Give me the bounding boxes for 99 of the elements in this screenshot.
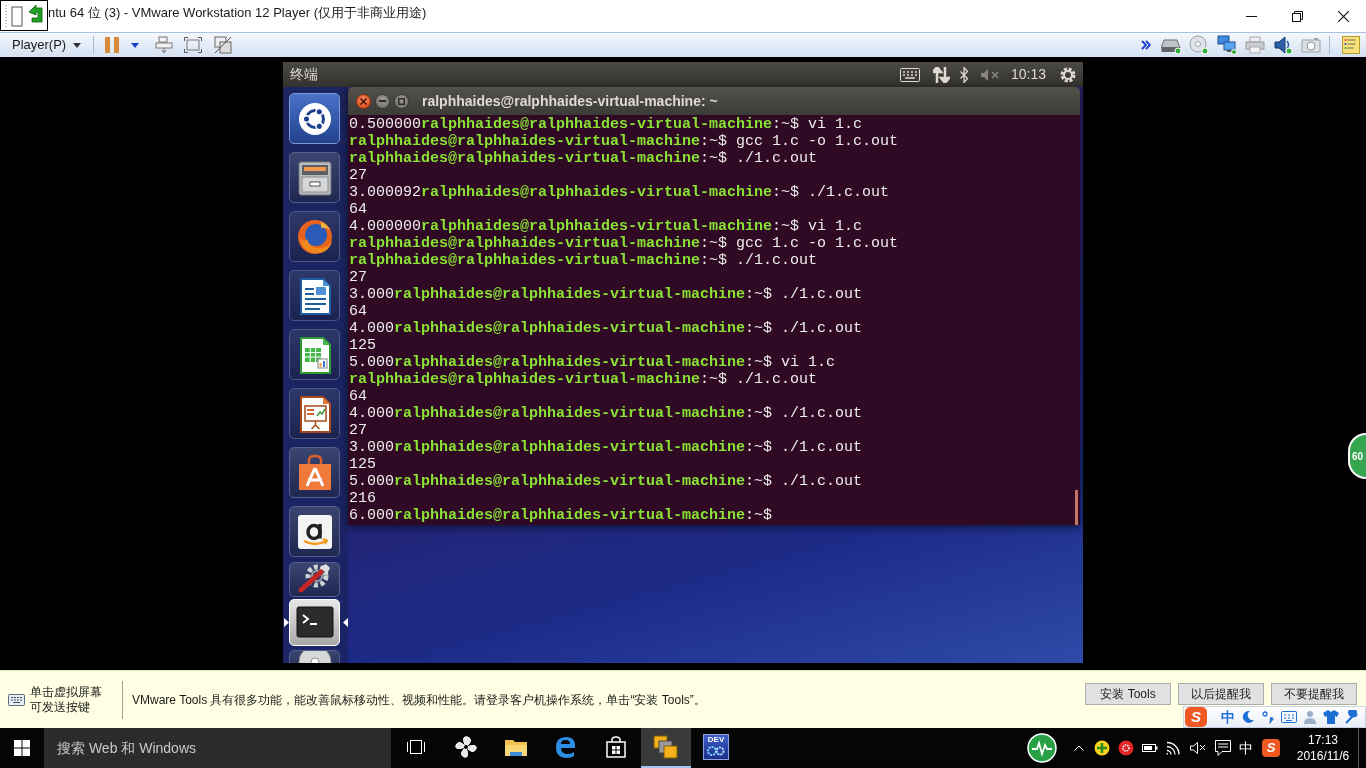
close-icon (360, 97, 367, 105)
hint-text: 单击虚拟屏幕 (30, 684, 103, 700)
terminal-line: ralphhaides@ralphhaides-virtual-machine:~$ ./1.c.out (349, 252, 819, 269)
terminal-line: 64 (349, 303, 368, 320)
pinwheel-icon (454, 735, 478, 759)
boxes-arrow-icon[interactable] (155, 36, 174, 54)
keyboard-icon (8, 693, 25, 706)
battery-icon[interactable] (1142, 743, 1158, 753)
terminal-line: 125 (349, 456, 377, 473)
player-menu[interactable]: Player(P) (12, 34, 82, 56)
pulse-circle-icon[interactable] (1027, 733, 1057, 763)
maximize-button[interactable] (394, 93, 409, 109)
caret-icon (131, 42, 140, 48)
hint-text: 可发送按键 (30, 699, 91, 715)
close-button[interactable] (356, 93, 371, 109)
chevron-up-icon[interactable] (1074, 745, 1084, 751)
terminal-line: 0.500000ralphhaides@ralphhaides-virtual-machine:~$ vi 1.c (349, 116, 864, 133)
launcher-item[interactable] (289, 388, 340, 439)
wrench-icon[interactable] (1345, 710, 1359, 724)
minimize-icon (379, 100, 386, 102)
launcher-item[interactable] (289, 447, 340, 498)
double-chevron-icon[interactable] (1141, 40, 1151, 50)
camera-icon[interactable] (1301, 37, 1321, 53)
gears-icon (706, 745, 726, 757)
terminal-line: 5.000ralphhaides@ralphhaides-virtual-machine:~$ vi 1.c (349, 354, 837, 371)
moon-icon[interactable] (1241, 710, 1255, 724)
close-icon (1337, 10, 1349, 22)
scrollbar[interactable] (1075, 490, 1078, 525)
terminal-title: ralphhaides@ralphhaides-virtual-machine: ~ (422, 91, 718, 111)
gear-icon[interactable] (1059, 65, 1077, 84)
terminal-line: 64 (349, 201, 368, 218)
input-mode[interactable]: 中 (1221, 706, 1235, 728)
speaker-icon[interactable] (1273, 35, 1293, 55)
notification-button[interactable]: 以后提醒我 (1178, 683, 1264, 705)
launcher-item[interactable] (289, 270, 340, 321)
search-field[interactable]: 搜索 Web 和 Windows (44, 728, 391, 768)
window-title: ntu 64 位 (3) - VMware Workstation 12 Player (仅用于非商业用途) (48, 4, 427, 23)
terminal-line: 216 (349, 490, 377, 507)
launcher-item[interactable] (289, 329, 340, 380)
windows-logo-icon (14, 740, 30, 756)
browser-icon (555, 736, 577, 758)
terminal-line: ralphhaides@ralphhaides-virtual-machine:~$ gcc 1.c -o 1.c.out (349, 235, 900, 252)
network-icon[interactable] (1217, 35, 1237, 55)
folder-icon (504, 737, 528, 757)
taskbar-app[interactable]: DEV (691, 728, 741, 768)
hard-disk-icon[interactable] (1161, 36, 1181, 54)
terminal-line: 27 (349, 167, 368, 184)
shirt-icon[interactable] (1323, 710, 1339, 724)
network-arrows-icon[interactable] (932, 66, 950, 83)
terminal-line: 4.000ralphhaides@ralphhaides-virtual-machine:~$ ./1.c.out (349, 405, 864, 422)
terminal-line: ralphhaides@ralphhaides-virtual-machine:~$ gcc 1.c -o 1.c.out (349, 133, 900, 150)
pause-button[interactable] (103, 34, 122, 56)
terminal-line: 3.000092ralphhaides@ralphhaides-virtual-machine:~$ ./1.c.out (349, 184, 891, 201)
crossed-windows-icon[interactable] (214, 36, 233, 54)
app-name: 终端 (290, 65, 318, 84)
message-icon[interactable] (1215, 740, 1231, 756)
launcher-item[interactable] (289, 506, 340, 557)
launcher-item[interactable] (289, 93, 340, 144)
terminal-line: 4.000000ralphhaides@ralphhaides-virtual-machine:~$ vi 1.c (349, 218, 864, 235)
input-mode[interactable]: 中 (1239, 737, 1253, 759)
clock[interactable]: 17:13 2016/11/6 (1290, 732, 1356, 764)
terminal-line: 27 (349, 269, 368, 286)
terminal-line: 5.000ralphhaides@ralphhaides-virtual-machine:~$ ./1.c.out (349, 473, 864, 490)
fullscreen-icon[interactable] (184, 37, 203, 53)
terminal-line: 125 (349, 337, 377, 354)
terminal-line: 27 (349, 422, 368, 439)
stacked-squares-icon (653, 735, 679, 759)
taskbar-app[interactable] (641, 728, 691, 768)
notification-button[interactable]: 不要提醒我 (1271, 683, 1357, 705)
shopping-bag-icon (605, 736, 627, 758)
cd-drive-icon[interactable] (1189, 35, 1209, 55)
bluetooth-icon[interactable] (959, 66, 969, 83)
launcher-item[interactable] (289, 211, 340, 262)
plus-circle-icon[interactable] (1094, 740, 1110, 756)
wifi-icon[interactable] (1166, 741, 1182, 755)
clock[interactable]: 10:13 (1010, 64, 1046, 85)
pause-icon (105, 37, 120, 53)
launcher-item[interactable] (289, 562, 340, 597)
launcher-item[interactable] (289, 152, 340, 203)
minimize-button[interactable] (375, 93, 390, 109)
flower-circle-icon[interactable] (1118, 740, 1134, 756)
task-view-icon (406, 739, 426, 755)
maximize-icon (398, 97, 405, 105)
message-text: VMware Tools 具有很多功能，能改善鼠标移动性、视频和性能。请登录客户机操作系统，单击“安装 Tools”。 (132, 691, 706, 709)
punctuation-icon[interactable] (1261, 710, 1275, 724)
minimize-icon (1245, 15, 1257, 17)
terminal-line: 6.000ralphhaides@ralphhaides-virtual-machine:~$ (349, 507, 774, 524)
terminal-line: 64 (349, 388, 368, 405)
restore-icon (1291, 10, 1303, 22)
app-icon-label: DEV (707, 735, 725, 745)
notification-button[interactable]: 安装 Tools (1085, 683, 1171, 705)
terminal-line: 3.000ralphhaides@ralphhaides-virtual-machine:~$ ./1.c.out (349, 286, 864, 303)
terminal-line: ralphhaides@ralphhaides-virtual-machine:~$ ./1.c.out (349, 150, 819, 167)
terminal-line: 3.000ralphhaides@ralphhaides-virtual-machine:~$ ./1.c.out (349, 439, 864, 456)
keyboard-icon[interactable] (1281, 711, 1297, 723)
terminal-line: 4.000ralphhaides@ralphhaides-virtual-machine:~$ ./1.c.out (349, 320, 864, 337)
volume-mute-icon[interactable] (1190, 742, 1206, 754)
terminal-line: ralphhaides@ralphhaides-virtual-machine:~$ ./1.c.out (349, 371, 819, 388)
caret-icon (73, 42, 82, 48)
